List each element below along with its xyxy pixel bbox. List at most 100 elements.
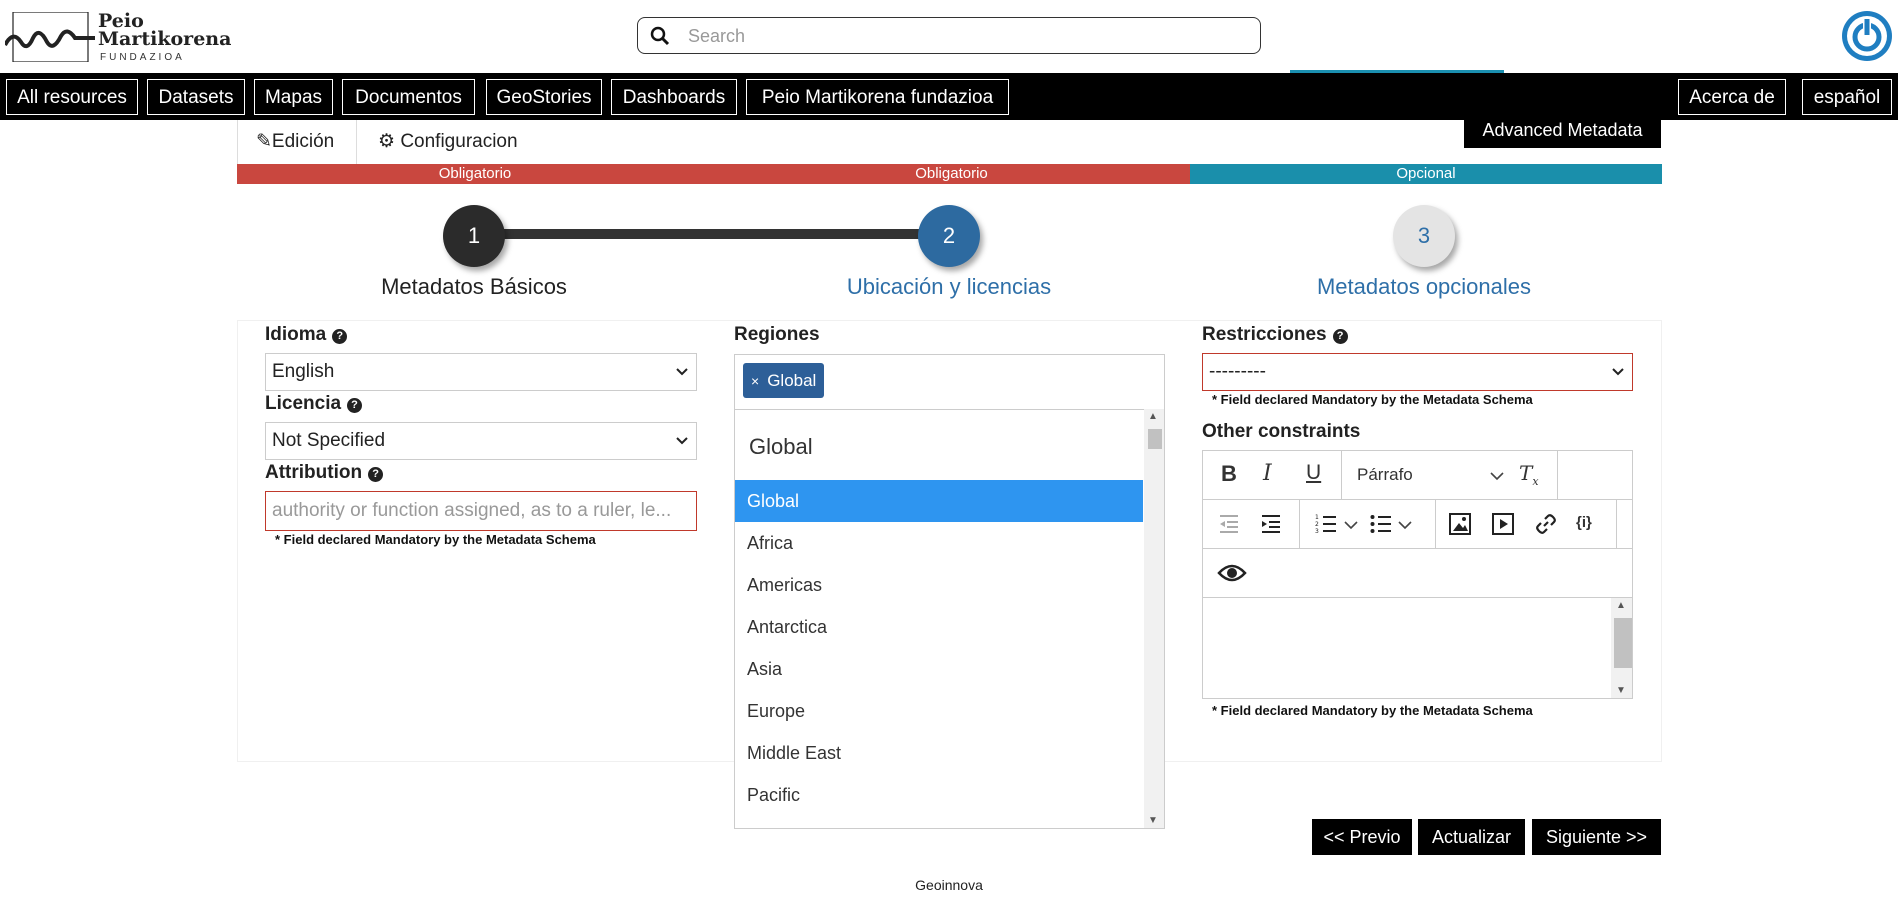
advanced-metadata-button[interactable]: Advanced Metadata [1464, 112, 1661, 148]
region-option[interactable]: Americas [735, 564, 1143, 606]
progress-bar: Obligatorio Obligatorio Opcional [237, 164, 1662, 184]
paragraph-format-select[interactable]: Párrafo [1357, 465, 1413, 485]
chevron-down-icon[interactable] [1344, 520, 1358, 530]
regiones-search-text[interactable]: Global [749, 434, 813, 460]
clear-format-icon[interactable]: Tx [1519, 461, 1539, 488]
region-option[interactable]: Middle East [735, 732, 1143, 774]
other-constraints-label: Other constraints [1202, 421, 1361, 442]
restricciones-value: --------- [1209, 361, 1266, 382]
licencia-select[interactable]: Not Specified [265, 422, 697, 460]
tab-configuracion-label: Configuracion [400, 131, 518, 152]
chevron-down-icon[interactable] [1398, 520, 1412, 530]
insert-link-icon[interactable] [1535, 513, 1557, 535]
scrollbar-thumb[interactable] [1614, 618, 1632, 668]
region-option[interactable]: Africa [735, 522, 1143, 564]
toolbar-divider [1299, 500, 1300, 548]
region-option[interactable]: Global [735, 480, 1143, 522]
tab-configuracion[interactable]: ⚙ Configuracion [378, 120, 518, 164]
scroll-down-icon[interactable]: ▼ [1616, 685, 1626, 696]
nav-language[interactable]: español [1802, 79, 1892, 115]
scroll-up-icon[interactable]: ▲ [1616, 600, 1626, 611]
chevron-down-icon [1612, 368, 1624, 376]
insert-image-icon[interactable] [1449, 513, 1471, 535]
editor-toolbar-row: 123 {i} [1203, 500, 1632, 549]
restricciones-label-text: Restricciones [1202, 324, 1327, 345]
header: Peio Martikorena FUNDAZIOA [0, 0, 1898, 73]
tab-divider [237, 120, 238, 164]
progress-segment-mandatory-2: Obligatorio [713, 164, 1190, 184]
scrollbar-thumb[interactable] [1148, 429, 1162, 449]
preview-eye-icon[interactable] [1217, 561, 1247, 585]
chevron-down-icon[interactable] [1490, 471, 1504, 481]
step-3-label: Metadatos opcionales [1316, 274, 1532, 299]
nav-dashboards[interactable]: Dashboards [611, 79, 737, 115]
italic-icon[interactable]: I [1263, 461, 1272, 486]
other-constraints-editor: B I U Párrafo Tx 123 {i} ▲ ▼ [1202, 450, 1633, 699]
idioma-select[interactable]: English [265, 353, 697, 391]
help-icon[interactable]: ? [1332, 329, 1348, 344]
nav-mapas[interactable]: Mapas [254, 79, 333, 115]
chevron-down-icon [676, 437, 688, 445]
region-option[interactable]: Europe [735, 690, 1143, 732]
attribution-input[interactable]: authority or function assigned, as to a … [265, 491, 697, 531]
chevron-down-icon [676, 368, 688, 376]
toolbar-divider [1557, 451, 1558, 499]
help-icon[interactable]: ? [368, 467, 384, 482]
region-chip-label: Global [767, 371, 817, 390]
next-button[interactable]: Siguiente >> [1532, 819, 1661, 855]
step-1-circle[interactable]: 1 [443, 205, 505, 267]
user-menu-button[interactable] [1842, 11, 1892, 61]
regiones-dropdown: Global Global Africa Americas Antarctica… [735, 409, 1164, 805]
step-2-circle[interactable]: 2 [918, 205, 980, 267]
editor-content-area[interactable] [1203, 598, 1632, 698]
nav-geostories[interactable]: GeoStories [486, 79, 602, 115]
regiones-multiselect[interactable]: × Global Global Global Africa Americas An… [734, 354, 1165, 829]
scroll-down-icon[interactable]: ▼ [1148, 815, 1158, 826]
editor-toolbar-row [1203, 549, 1632, 598]
outdent-icon[interactable] [1218, 514, 1240, 534]
regiones-label: Regiones [734, 324, 820, 345]
help-icon[interactable]: ? [347, 398, 363, 413]
nav-all-resources[interactable]: All resources [6, 79, 138, 115]
bulleted-list-icon[interactable] [1370, 514, 1392, 534]
logo[interactable]: Peio Martikorena FUNDAZIOA [5, 9, 231, 65]
nav-datasets[interactable]: Datasets [147, 79, 245, 115]
insert-media-icon[interactable] [1492, 513, 1514, 535]
editor-tabs: ✎Edición ⚙ Configuracion [237, 120, 1662, 164]
previous-button[interactable]: << Previo [1312, 819, 1412, 855]
update-button[interactable]: Actualizar [1418, 819, 1525, 855]
pencil-icon: ✎ [256, 131, 272, 152]
editor-toolbar-row: B I U Párrafo Tx [1203, 451, 1632, 500]
footer-credit: Geoinnova [915, 877, 983, 893]
indent-icon[interactable] [1260, 514, 1282, 534]
nav-about[interactable]: Acerca de [1678, 79, 1786, 115]
numbered-list-icon[interactable]: 123 [1315, 514, 1337, 534]
help-icon[interactable]: ? [332, 329, 348, 344]
tab-edicion[interactable]: ✎Edición [256, 120, 334, 164]
region-option[interactable]: Asia [735, 648, 1143, 690]
nav-peio-martikorena[interactable]: Peio Martikorena fundazioa [746, 79, 1009, 115]
restricciones-select[interactable]: --------- [1202, 353, 1633, 391]
regiones-scrollbar[interactable]: ▲ ▼ [1144, 409, 1164, 828]
region-option[interactable]: Pacific [735, 774, 1143, 816]
licencia-label: Licencia? [265, 393, 363, 415]
toolbar-divider [1341, 451, 1342, 499]
search-input[interactable] [686, 22, 1250, 50]
idioma-label-text: Idioma [265, 324, 327, 345]
editor-scrollbar[interactable]: ▲ ▼ [1611, 598, 1632, 698]
scroll-up-icon[interactable]: ▲ [1148, 411, 1158, 422]
idioma-value: English [272, 361, 335, 382]
search-icon [650, 26, 670, 46]
underline-icon[interactable]: U [1306, 461, 1321, 485]
tab-divider [356, 120, 357, 164]
remove-chip-icon[interactable]: × [751, 373, 759, 389]
nav-documentos[interactable]: Documentos [342, 79, 475, 115]
logo-mark-icon [5, 12, 95, 62]
attribution-label-text: Attribution [265, 462, 363, 483]
bold-icon[interactable]: B [1221, 461, 1237, 487]
region-option[interactable]: Antarctica [735, 606, 1143, 648]
svg-text:2: 2 [1315, 521, 1319, 528]
toolbar-divider [1616, 500, 1617, 548]
step-3-circle[interactable]: 3 [1393, 205, 1455, 267]
source-code-icon[interactable]: {i} [1576, 514, 1592, 531]
